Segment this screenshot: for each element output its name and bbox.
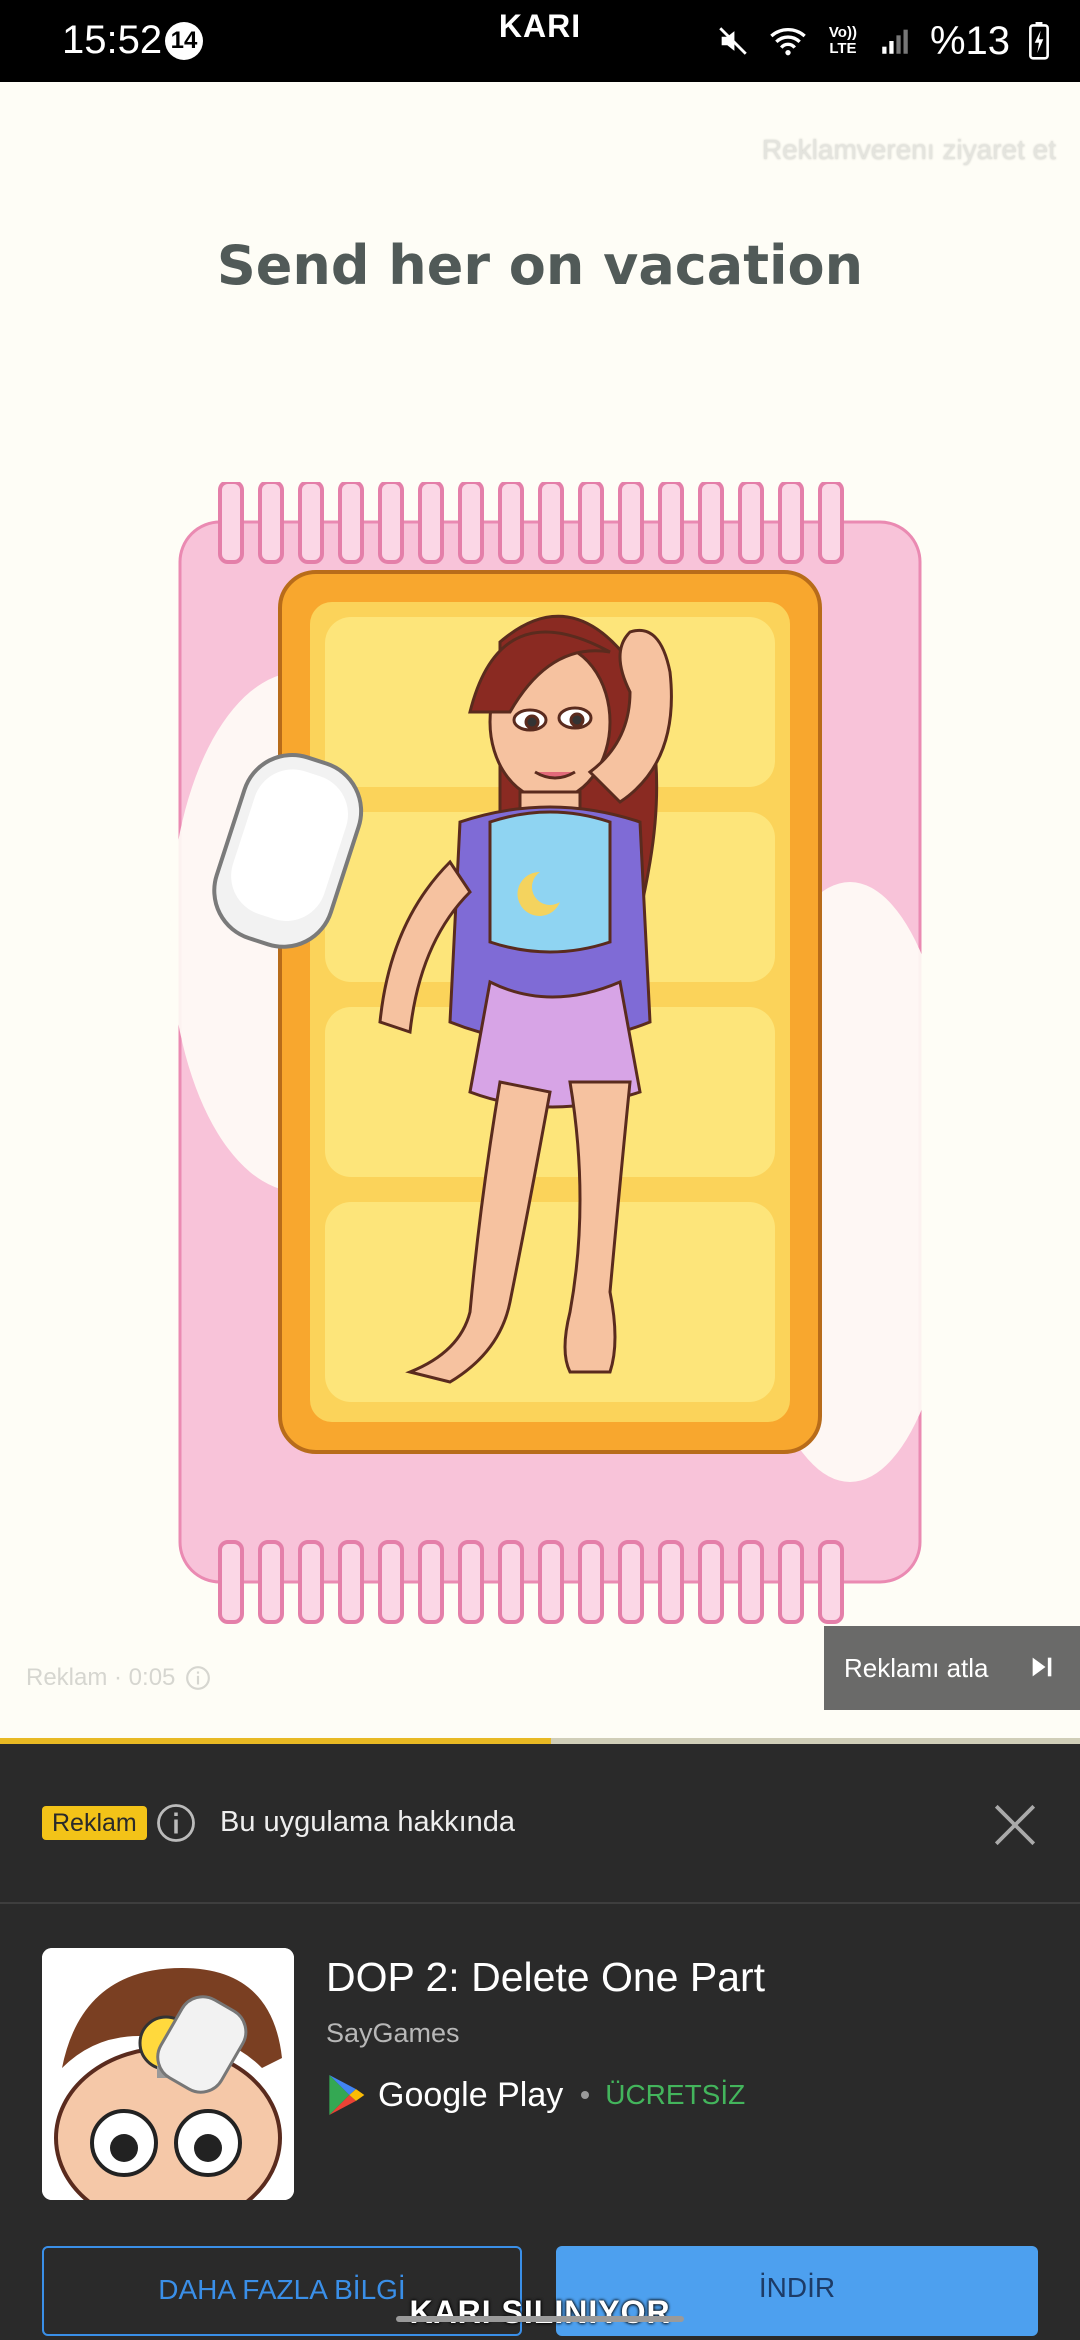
- app-icon-art: [42, 1948, 294, 2200]
- status-bar: 15:52 14 KARI Vo)) LTE %13: [0, 0, 1080, 82]
- status-icons: Vo)) LTE %13: [716, 14, 1050, 68]
- signal-icon: [882, 29, 908, 54]
- wifi-icon: [770, 28, 806, 56]
- app-icon[interactable]: [42, 1948, 294, 2200]
- skip-next-icon: [1032, 1657, 1052, 1677]
- skip-ad-label: Reklamı atla: [844, 1652, 989, 1683]
- ad-illustration: [170, 482, 950, 1624]
- app-title[interactable]: DOP 2: Delete One Part: [326, 1954, 765, 2001]
- mute-icon: [719, 27, 747, 55]
- app-developer: SayGames: [326, 2018, 460, 2048]
- toast-message: KARI SILINIYOR: [409, 2294, 671, 2330]
- ad-headline: Send her on vacation: [216, 234, 864, 297]
- battery-charging-icon: [1029, 22, 1049, 60]
- ad-info-panel: Reklam Bu uygulama hakkında DOP 2: Delet…: [0, 1744, 1080, 2340]
- about-app-link[interactable]: Bu uygulama hakkında: [220, 1806, 515, 1839]
- info-icon[interactable]: [185, 1665, 211, 1691]
- close-icon[interactable]: [990, 1800, 1040, 1850]
- price-label: ÜCRETSİZ: [605, 2079, 746, 2110]
- store-row: Google Play ÜCRETSİZ: [326, 2070, 745, 2120]
- store-name: Google Play: [378, 2075, 564, 2114]
- battery-percent: %13: [929, 18, 1010, 63]
- info-icon[interactable]: [155, 1802, 197, 1844]
- visit-advertiser-link[interactable]: Reklamverenı ziyaret et: [762, 134, 1056, 166]
- ad-badge: Reklam: [42, 1806, 147, 1840]
- ad-info-row: Reklam Bu uygulama hakkında: [0, 1744, 1080, 1904]
- google-play-icon: [329, 2075, 365, 2115]
- ad-video-area[interactable]: Reklamverenı ziyaret et Send her on vaca…: [0, 82, 1080, 1742]
- home-indicator[interactable]: [396, 2316, 684, 2322]
- separator-dot: [581, 2091, 590, 2099]
- ad-counter: Reklam · 0:05: [26, 1664, 211, 1692]
- ad-counter-text: Reklam · 0:05: [26, 1664, 176, 1691]
- volte-label: Vo)) LTE: [828, 24, 857, 57]
- skip-ad-button[interactable]: Reklamı atla: [824, 1626, 1080, 1710]
